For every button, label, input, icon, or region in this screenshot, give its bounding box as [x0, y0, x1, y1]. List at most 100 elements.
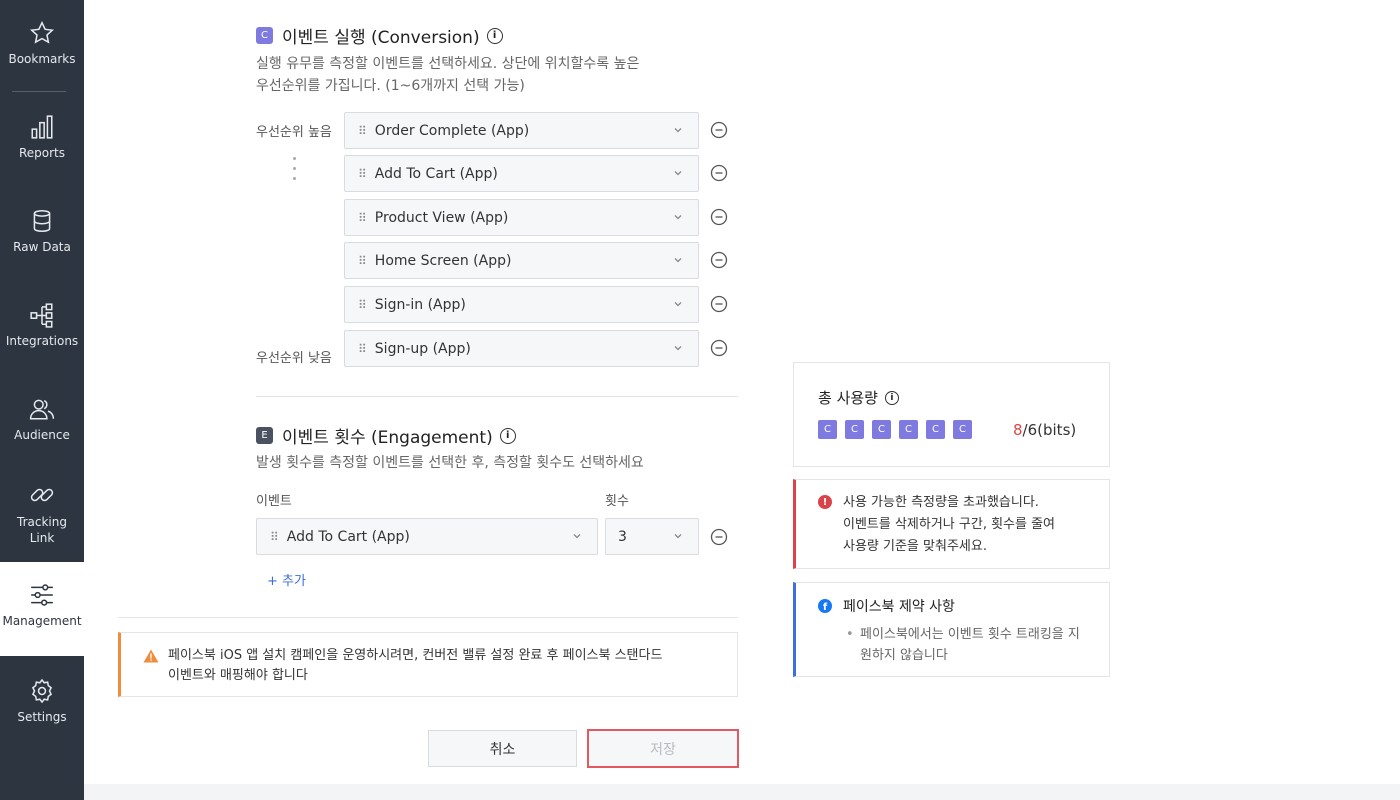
conversion-desc-line: 우선순위를 가집니다. (1~6개까지 선택 가능) — [256, 78, 525, 94]
sidebar-item-label: Tracking Link — [17, 515, 67, 545]
drag-handle-icon[interactable]: ⠿ — [358, 124, 367, 138]
facebook-restrictions-alert: f 페이스북 제약 사항 페이스북에서는 이벤트 횟수 트래킹을 지원하지 않습… — [793, 582, 1110, 677]
remove-circle-icon[interactable] — [710, 528, 728, 546]
info-icon[interactable]: i — [486, 27, 503, 44]
usage-chip: C — [818, 420, 837, 439]
engagement-count-select[interactable]: 3 — [605, 518, 699, 555]
conversion-event-select[interactable]: ⠿ Add To Cart (App) — [344, 155, 699, 192]
integrations-icon — [30, 303, 53, 328]
alert-text: 사용 가능한 측정량을 초과했습니다. 이벤트를 삭제하거나 구간, 횟수를 줄… — [843, 492, 1055, 558]
drag-handle-icon[interactable]: ⠿ — [358, 167, 367, 181]
sidebar: Bookmarks Reports Raw Data Integrations … — [0, 0, 84, 800]
usage-used: 8 — [1013, 421, 1023, 439]
warning-text: 페이스북 iOS 앱 설치 캠페인을 운영하시려면, 컨버전 밸류 설정 완료 … — [168, 648, 663, 663]
chevron-down-icon — [674, 258, 682, 263]
conversion-event-select[interactable]: ⠿ Home Screen (App) — [344, 242, 699, 279]
engagement-event-select[interactable]: ⠿ Add To Cart (App) — [256, 518, 598, 555]
usage-exceeded-alert: ! 사용 가능한 측정량을 초과했습니다. 이벤트를 삭제하거나 구간, 횟수를… — [793, 479, 1110, 569]
audience-icon — [29, 399, 55, 420]
usage-total: /6(bits) — [1022, 421, 1077, 439]
drag-handle-icon[interactable]: ⠿ — [358, 254, 367, 268]
chevron-down-icon — [674, 302, 682, 307]
usage-chip: C — [953, 420, 972, 439]
conversion-event-select[interactable]: ⠿ Sign-up (App) — [344, 330, 699, 367]
conversion-description: 실행 유무를 측정할 이벤트를 선택하세요. 상단에 위치할수록 높은 우선순위… — [256, 53, 639, 97]
conversion-title-text: 이벤트 실행 (Conversion) — [282, 28, 480, 48]
conversion-desc-line: 실행 유무를 측정할 이벤트를 선택하세요. 상단에 위치할수록 높은 — [256, 56, 640, 72]
chevron-down-icon — [674, 215, 682, 220]
star-icon — [29, 20, 55, 44]
add-engagement-button[interactable]: + 추가 — [267, 570, 306, 589]
conversion-event-select[interactable]: ⠿ Sign-in (App) — [344, 286, 699, 323]
engagement-title-text: 이벤트 횟수 (Engagement) — [282, 428, 493, 448]
conversion-badge: C — [256, 27, 273, 44]
drag-handle-icon[interactable]: ⠿ — [358, 211, 367, 225]
sidebar-item-bookmarks[interactable]: Bookmarks — [0, 20, 84, 66]
sidebar-item-label: Audience — [14, 428, 70, 442]
bottom-strip — [84, 784, 1400, 800]
sidebar-item-integrations[interactable]: Integrations — [0, 302, 84, 348]
conversion-event-select[interactable]: ⠿ Product View (App) — [344, 199, 699, 236]
conversion-title: C 이벤트 실행 (Conversion) i — [256, 23, 503, 48]
conversion-event-select[interactable]: ⠿ Order Complete (App) — [344, 112, 699, 149]
facebook-alert-title: 페이스북 제약 사항 — [843, 599, 955, 615]
drag-handle-icon[interactable]: ⠿ — [358, 342, 367, 356]
info-icon[interactable]: i — [499, 427, 516, 444]
facebook-alert-item: 페이스북에서는 이벤트 횟수 트래킹을 지원하지 않습니다 — [843, 624, 1083, 666]
usage-chip: C — [926, 420, 945, 439]
sidebar-divider — [12, 91, 66, 92]
select-value: Add To Cart (App) — [374, 165, 498, 182]
chevron-down-icon — [674, 171, 682, 176]
chevron-down-icon — [573, 534, 581, 539]
engagement-title: E 이벤트 횟수 (Engagement) i — [256, 423, 516, 448]
chevron-down-icon — [674, 534, 682, 539]
database-icon — [33, 209, 51, 233]
select-value: Sign-in (App) — [374, 296, 466, 313]
usage-title-text: 총 사용량 — [818, 389, 878, 407]
usage-chip: C — [845, 420, 864, 439]
select-value: Product View (App) — [374, 209, 509, 226]
remove-circle-icon[interactable] — [710, 121, 728, 139]
sidebar-item-reports[interactable]: Reports — [0, 114, 84, 160]
remove-circle-icon[interactable] — [710, 208, 728, 226]
usage-bits: 8/6(bits) — [1013, 421, 1076, 439]
sidebar-item-tracking-link[interactable]: Tracking Link — [0, 482, 84, 546]
sidebar-item-label: Raw Data — [13, 240, 71, 254]
warning-triangle-icon — [143, 649, 159, 663]
usage-chips: C C C C C C — [818, 420, 980, 439]
bar-chart-icon — [31, 115, 53, 139]
select-value: Sign-up (App) — [374, 340, 471, 357]
sidebar-item-raw-data[interactable]: Raw Data — [0, 208, 84, 254]
usage-chip: C — [872, 420, 891, 439]
section-divider — [256, 396, 738, 397]
warning-text: 이벤트와 매핑해야 합니다 — [168, 668, 308, 683]
save-button[interactable]: 저장 — [587, 729, 739, 768]
drag-handle-icon[interactable]: ⠿ — [358, 298, 367, 312]
sidebar-item-label: Settings — [17, 710, 67, 724]
sidebar-item-management[interactable]: Management — [0, 562, 84, 656]
chevron-down-icon — [674, 128, 682, 133]
select-value: Order Complete (App) — [374, 122, 530, 139]
remove-circle-icon[interactable] — [710, 164, 728, 182]
gear-icon — [31, 678, 53, 704]
select-value: Add To Cart (App) — [286, 528, 410, 545]
sidebar-item-label: Bookmarks — [8, 52, 76, 66]
cancel-button[interactable]: 취소 — [428, 730, 577, 767]
usage-card: 총 사용량 i C C C C C C 8/6(bits) — [793, 362, 1110, 467]
remove-circle-icon[interactable] — [710, 339, 728, 357]
usage-title: 총 사용량 i — [818, 387, 899, 408]
sidebar-item-settings[interactable]: Settings — [0, 678, 84, 724]
priority-dots — [293, 157, 297, 187]
remove-circle-icon[interactable] — [710, 251, 728, 269]
ios-warning-box: 페이스북 iOS 앱 설치 캠페인을 운영하시려면, 컨버전 밸류 설정 완료 … — [118, 632, 738, 697]
sidebar-item-audience[interactable]: Audience — [0, 396, 84, 442]
alert-line: 사용량 기준을 맞춰주세요. — [843, 539, 987, 554]
remove-circle-icon[interactable] — [710, 295, 728, 313]
select-value: Home Screen (App) — [374, 252, 512, 269]
usage-chip: C — [899, 420, 918, 439]
event-column-label: 이벤트 — [256, 494, 292, 509]
info-icon[interactable]: i — [884, 390, 899, 405]
drag-handle-icon[interactable]: ⠿ — [270, 530, 279, 544]
sidebar-item-label: Integrations — [5, 334, 79, 348]
sidebar-item-label: Reports — [18, 146, 66, 160]
